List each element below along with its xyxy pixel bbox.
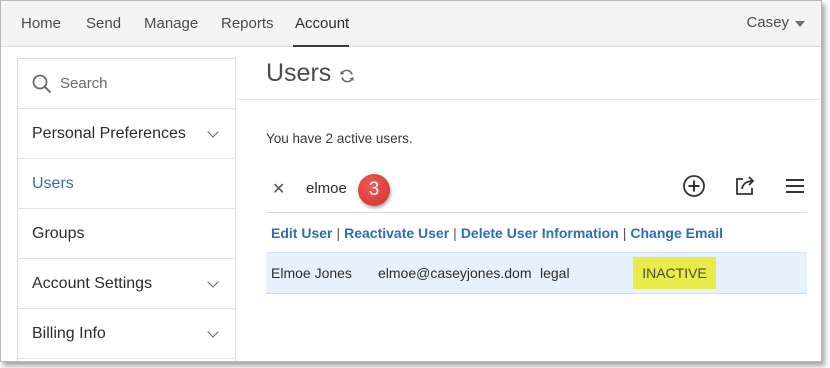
- separator: |: [453, 225, 457, 241]
- user-group-cell: legal: [540, 265, 570, 281]
- active-tab-indicator: [293, 45, 349, 47]
- status-badge: INACTIVE: [633, 257, 716, 289]
- sidebar-item-groups[interactable]: Groups: [18, 209, 235, 259]
- nav-home[interactable]: Home: [21, 15, 61, 32]
- sidebar: Search Personal Preferences Users Groups…: [17, 58, 236, 361]
- sidebar-item-label: Users: [32, 174, 74, 192]
- chevron-down-icon: [207, 126, 219, 138]
- filter-value[interactable]: elmoe: [306, 180, 347, 197]
- reactivate-user-link[interactable]: Reactivate User: [344, 225, 449, 241]
- title-divider: [237, 99, 821, 100]
- user-name: Casey: [746, 14, 789, 31]
- sidebar-item-account-settings[interactable]: Account Settings: [18, 259, 235, 309]
- sidebar-item-label: Account Settings: [32, 274, 153, 292]
- user-name-cell: Elmoe Jones: [271, 265, 352, 281]
- close-icon[interactable]: ✕: [272, 179, 285, 199]
- refresh-icon[interactable]: [339, 68, 355, 84]
- sidebar-item-personal-preferences[interactable]: Personal Preferences: [18, 109, 235, 159]
- sidebar-item-label: Billing Info: [32, 324, 106, 342]
- nav-send[interactable]: Send: [86, 15, 121, 32]
- search-placeholder: Search: [60, 75, 108, 92]
- top-nav: Home Send Manage Reports Account Casey: [1, 1, 821, 47]
- menu-icon[interactable]: [784, 174, 806, 198]
- active-users-summary: You have 2 active users.: [266, 131, 413, 146]
- step-badge: 3: [358, 174, 390, 206]
- share-icon[interactable]: [733, 174, 757, 198]
- change-email-link[interactable]: Change Email: [630, 225, 723, 241]
- chevron-down-icon: [207, 326, 219, 338]
- user-email-cell: elmoe@caseyjones.dom: [378, 265, 532, 281]
- separator: |: [336, 225, 341, 241]
- sidebar-item-billing-info[interactable]: Billing Info: [18, 309, 235, 359]
- user-menu[interactable]: Casey: [746, 14, 805, 31]
- page-title: Users: [266, 59, 355, 88]
- separator: |: [622, 225, 627, 241]
- table-row[interactable]: Elmoe Jones elmoe@caseyjones.dom legal I…: [266, 252, 807, 294]
- user-actions: Edit User | Reactivate User | Delete User In…: [271, 225, 723, 241]
- sidebar-search[interactable]: Search: [18, 59, 235, 109]
- filter-bar: ✕ elmoe 3: [266, 173, 807, 213]
- nav-reports[interactable]: Reports: [221, 15, 274, 32]
- nav-manage[interactable]: Manage: [144, 15, 198, 32]
- page-title-text: Users: [266, 59, 332, 87]
- chevron-down-icon: [795, 20, 805, 27]
- add-circle-icon[interactable]: [682, 174, 706, 198]
- search-icon: [32, 74, 52, 93]
- nav-account[interactable]: Account: [295, 15, 349, 32]
- sidebar-item-users[interactable]: Users: [18, 159, 235, 209]
- edit-user-link[interactable]: Edit User: [271, 225, 332, 241]
- sidebar-item-label: Groups: [32, 224, 85, 242]
- sidebar-item-label: Personal Preferences: [32, 124, 186, 142]
- delete-user-info-link[interactable]: Delete User Information: [461, 225, 619, 241]
- chevron-down-icon: [207, 276, 219, 288]
- app-window: Home Send Manage Reports Account Casey S…: [0, 0, 822, 362]
